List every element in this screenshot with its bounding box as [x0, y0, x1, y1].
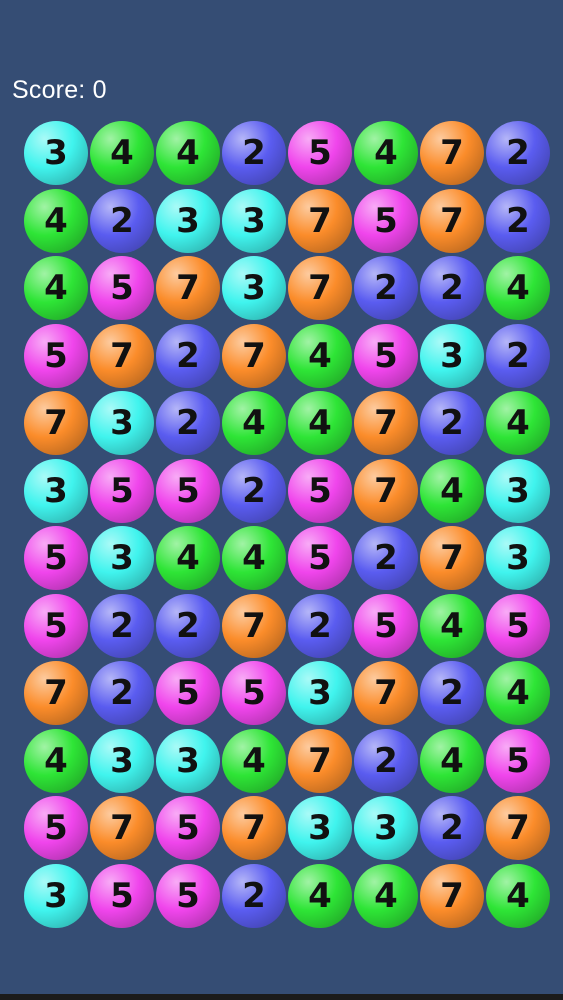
ball-7[interactable]: 7 — [420, 121, 484, 185]
ball-4[interactable]: 4 — [420, 728, 484, 793]
ball-7[interactable]: 7 — [90, 323, 154, 388]
ball-5[interactable]: 5 — [90, 863, 154, 928]
ball-3[interactable]: 3 — [288, 796, 352, 860]
ball-2[interactable]: 2 — [486, 323, 550, 388]
ball-5[interactable]: 5 — [90, 256, 154, 320]
ball-2[interactable]: 2 — [222, 458, 286, 523]
ball-4[interactable]: 4 — [156, 121, 220, 185]
ball-4[interactable]: 4 — [90, 121, 154, 185]
ball-2[interactable]: 2 — [90, 661, 154, 725]
ball-2[interactable]: 2 — [90, 188, 154, 253]
ball-2[interactable]: 2 — [288, 593, 352, 658]
ball-2[interactable]: 2 — [486, 121, 550, 185]
ball-4[interactable]: 4 — [24, 188, 88, 253]
ball-2[interactable]: 2 — [222, 121, 286, 185]
ball-7[interactable]: 7 — [288, 256, 352, 320]
ball-2[interactable]: 2 — [354, 728, 418, 793]
ball-7[interactable]: 7 — [354, 458, 418, 523]
ball-5[interactable]: 5 — [90, 458, 154, 523]
ball-3[interactable]: 3 — [24, 121, 88, 185]
ball-5[interactable]: 5 — [24, 526, 88, 590]
ball-4[interactable]: 4 — [486, 863, 550, 928]
ball-5[interactable]: 5 — [156, 458, 220, 523]
ball-4[interactable]: 4 — [24, 256, 88, 320]
ball-5[interactable]: 5 — [288, 121, 352, 185]
ball-2[interactable]: 2 — [156, 593, 220, 658]
ball-5[interactable]: 5 — [288, 458, 352, 523]
ball-3[interactable]: 3 — [24, 863, 88, 928]
ball-5[interactable]: 5 — [156, 796, 220, 860]
ball-5[interactable]: 5 — [24, 796, 88, 860]
ball-4[interactable]: 4 — [486, 391, 550, 455]
ball-5[interactable]: 5 — [354, 593, 418, 658]
ball-7[interactable]: 7 — [486, 796, 550, 860]
ball-5[interactable]: 5 — [288, 526, 352, 590]
ball-4[interactable]: 4 — [222, 526, 286, 590]
ball-2[interactable]: 2 — [420, 391, 484, 455]
ball-3[interactable]: 3 — [24, 458, 88, 523]
ball-4[interactable]: 4 — [156, 526, 220, 590]
ball-4[interactable]: 4 — [420, 593, 484, 658]
ball-5[interactable]: 5 — [354, 188, 418, 253]
ball-3[interactable]: 3 — [90, 526, 154, 590]
ball-7[interactable]: 7 — [90, 796, 154, 860]
ball-4[interactable]: 4 — [222, 728, 286, 793]
ball-7[interactable]: 7 — [156, 256, 220, 320]
ball-3[interactable]: 3 — [222, 188, 286, 253]
ball-5[interactable]: 5 — [486, 728, 550, 793]
ball-5[interactable]: 5 — [156, 863, 220, 928]
ball-3[interactable]: 3 — [288, 661, 352, 725]
ball-2[interactable]: 2 — [420, 796, 484, 860]
ball-2[interactable]: 2 — [222, 863, 286, 928]
ball-7[interactable]: 7 — [420, 526, 484, 590]
ball-7[interactable]: 7 — [288, 188, 352, 253]
ball-2[interactable]: 2 — [156, 391, 220, 455]
ball-4[interactable]: 4 — [222, 391, 286, 455]
ball-2[interactable]: 2 — [156, 323, 220, 388]
ball-2[interactable]: 2 — [420, 661, 484, 725]
ball-7[interactable]: 7 — [222, 796, 286, 860]
ball-4[interactable]: 4 — [24, 728, 88, 793]
ball-7[interactable]: 7 — [222, 593, 286, 658]
ball-5[interactable]: 5 — [222, 661, 286, 725]
ball-2[interactable]: 2 — [90, 593, 154, 658]
ball-4[interactable]: 4 — [486, 256, 550, 320]
ball-4[interactable]: 4 — [354, 863, 418, 928]
ball-4[interactable]: 4 — [486, 661, 550, 725]
ball-7[interactable]: 7 — [354, 661, 418, 725]
game-board: 3442547242337572457372245727453273244724… — [24, 121, 552, 931]
ball-5[interactable]: 5 — [156, 661, 220, 725]
ball-2[interactable]: 2 — [354, 256, 418, 320]
ball-5[interactable]: 5 — [486, 593, 550, 658]
ball-5[interactable]: 5 — [24, 593, 88, 658]
ball-5[interactable]: 5 — [354, 323, 418, 388]
ball-7[interactable]: 7 — [222, 323, 286, 388]
ball-4[interactable]: 4 — [354, 121, 418, 185]
ball-4[interactable]: 4 — [288, 863, 352, 928]
ball-3[interactable]: 3 — [222, 256, 286, 320]
ball-3[interactable]: 3 — [156, 728, 220, 793]
ball-3[interactable]: 3 — [354, 796, 418, 860]
ball-3[interactable]: 3 — [486, 526, 550, 590]
ball-7[interactable]: 7 — [354, 391, 418, 455]
score-label: Score: 0 — [12, 76, 107, 104]
bottom-bar — [0, 994, 563, 1000]
ball-3[interactable]: 3 — [90, 391, 154, 455]
ball-4[interactable]: 4 — [288, 323, 352, 388]
ball-4[interactable]: 4 — [420, 458, 484, 523]
ball-2[interactable]: 2 — [420, 256, 484, 320]
ball-7[interactable]: 7 — [420, 863, 484, 928]
ball-3[interactable]: 3 — [156, 188, 220, 253]
ball-7[interactable]: 7 — [24, 391, 88, 455]
ball-3[interactable]: 3 — [420, 323, 484, 388]
ball-5[interactable]: 5 — [24, 323, 88, 388]
ball-3[interactable]: 3 — [486, 458, 550, 523]
ball-7[interactable]: 7 — [288, 728, 352, 793]
ball-7[interactable]: 7 — [24, 661, 88, 725]
ball-3[interactable]: 3 — [90, 728, 154, 793]
ball-7[interactable]: 7 — [420, 188, 484, 253]
ball-2[interactable]: 2 — [486, 188, 550, 253]
ball-4[interactable]: 4 — [288, 391, 352, 455]
ball-2[interactable]: 2 — [354, 526, 418, 590]
